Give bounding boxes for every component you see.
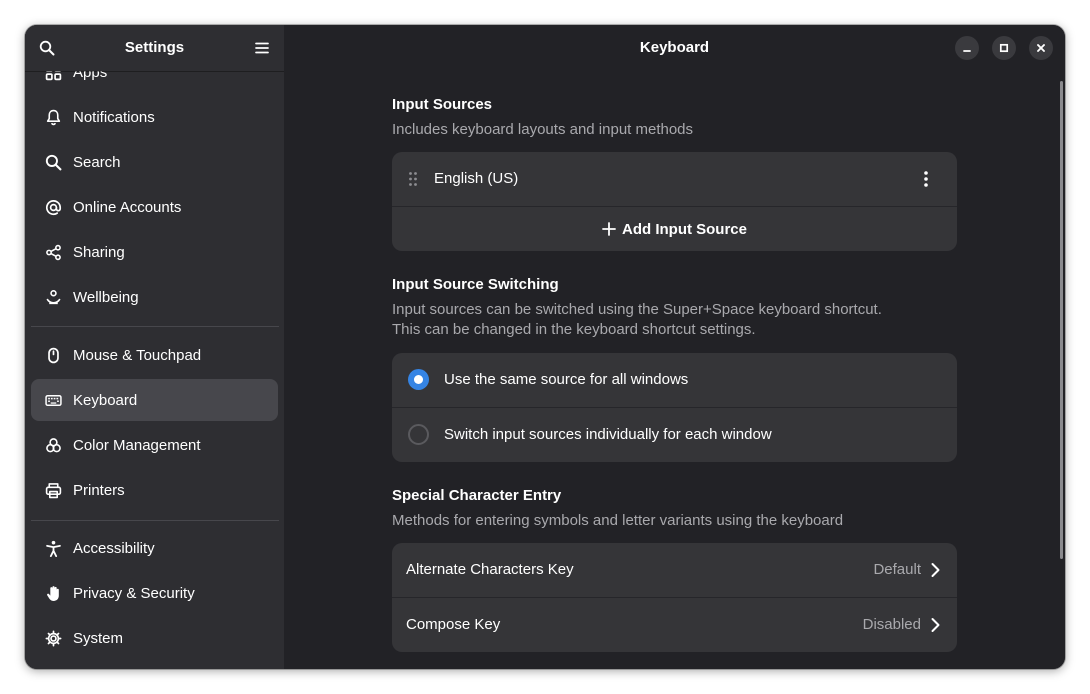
maximize-icon [998, 42, 1010, 54]
main-content: Keyboard Input Sources Includes keyboard… [284, 25, 1065, 669]
close-button[interactable] [1029, 36, 1053, 60]
row-value: Default [873, 561, 921, 578]
hand-icon [44, 584, 62, 602]
main-menu-button[interactable] [248, 34, 276, 62]
sidebar-item-privacy-security[interactable]: Privacy & Security [31, 572, 278, 614]
input-source-label: English (US) [434, 170, 519, 187]
page-title: Keyboard [639, 39, 710, 56]
sidebar-item-notifications[interactable]: Notifications [31, 96, 278, 138]
input-source-row[interactable]: English (US) [392, 152, 957, 206]
settings-window: Apps Notifications Search Online Account… [25, 25, 1065, 669]
row-label: Compose Key [406, 616, 501, 633]
radio-row-individual[interactable]: Switch input sources individually for ea… [392, 408, 957, 462]
sidebar-item-color-management[interactable]: Color Management [31, 424, 278, 466]
accessibility-person-icon [44, 539, 62, 557]
content-header: Keyboard [284, 25, 1065, 71]
row-label: Alternate Characters Key [406, 561, 574, 578]
sidebar-item-mouse-touchpad[interactable]: Mouse & Touchpad [31, 334, 278, 376]
sidebar-item-label: Online Accounts [73, 198, 182, 216]
special-chars-title: Special Character Entry [392, 487, 562, 504]
sidebar-item-sharing[interactable]: Sharing [31, 231, 278, 273]
radio-label: Switch input sources individually for ea… [444, 426, 772, 443]
input-switching-description-line1: Input sources can be switched using the … [392, 301, 882, 318]
at-sign-icon [44, 198, 62, 216]
sidebar-item-label: Privacy & Security [73, 584, 195, 602]
sidebar-header: Settings [25, 25, 284, 71]
sidebar-item-label: Search [73, 153, 121, 171]
keyboard-icon [44, 391, 62, 409]
hamburger-menu-icon [254, 40, 270, 56]
minimize-icon [961, 42, 973, 54]
maximize-button[interactable] [992, 36, 1016, 60]
sidebar-item-label: Accessibility [73, 539, 155, 557]
input-sources-title: Input Sources [392, 96, 493, 113]
sidebar-item-apps[interactable]: Apps [31, 71, 278, 93]
special-chars-description: Methods for entering symbols and letter … [392, 512, 844, 529]
sidebar: Apps Notifications Search Online Account… [25, 25, 284, 669]
sidebar-title: Settings [124, 39, 185, 56]
sidebar-item-keyboard[interactable]: Keyboard [31, 379, 278, 421]
close-icon [1035, 42, 1047, 54]
special-chars-card: Alternate Characters Key Default Compose… [392, 543, 957, 652]
drag-handle-icon[interactable] [406, 170, 420, 188]
sidebar-item-label: Wellbeing [73, 288, 139, 306]
sidebar-item-search[interactable]: Search [31, 141, 278, 183]
sidebar-item-wellbeing[interactable]: Wellbeing [31, 276, 278, 318]
bell-icon [44, 108, 62, 126]
chevron-right-icon [930, 617, 940, 633]
sidebar-item-label: Mouse & Touchpad [73, 346, 202, 364]
scrollbar[interactable] [1060, 81, 1063, 559]
input-switching-title: Input Source Switching [392, 276, 559, 293]
sidebar-item-label: System [73, 629, 124, 647]
sidebar-item-label: Sharing [73, 243, 125, 261]
mouse-icon [44, 346, 62, 364]
sidebar-list: Apps Notifications Search Online Account… [25, 71, 284, 669]
sidebar-item-label: Color Management [73, 436, 201, 454]
chevron-right-icon [930, 562, 940, 578]
row-value: Disabled [862, 616, 921, 633]
add-input-source-label: Add Input Source [622, 220, 747, 238]
plus-icon [602, 222, 616, 236]
printer-icon [44, 481, 62, 499]
radio-same-source[interactable] [408, 369, 429, 390]
color-circles-icon [44, 436, 62, 454]
alternate-characters-key-row[interactable]: Alternate Characters Key Default [392, 543, 957, 597]
apps-grid-icon [44, 71, 62, 81]
input-sources-card: English (US) Add Input Source [392, 152, 957, 251]
radio-row-same-source[interactable]: Use the same source for all windows [392, 353, 957, 407]
search-icon [44, 153, 62, 171]
share-icon [44, 243, 62, 261]
gear-icon [44, 629, 62, 647]
sidebar-item-system[interactable]: System [31, 617, 278, 659]
sidebar-item-label: Printers [73, 481, 125, 499]
sidebar-divider [31, 326, 279, 327]
input-switching-card: Use the same source for all windows Swit… [392, 353, 957, 462]
more-options-icon[interactable] [914, 167, 938, 191]
input-switching-description-line2: This can be changed in the keyboard shor… [392, 321, 756, 338]
sidebar-item-accessibility[interactable]: Accessibility [31, 527, 278, 569]
input-sources-description: Includes keyboard layouts and input meth… [392, 121, 694, 138]
sidebar-item-printers[interactable]: Printers [31, 469, 278, 511]
sidebar-item-label: Keyboard [73, 391, 138, 409]
wellbeing-icon [44, 288, 62, 306]
sidebar-item-online-accounts[interactable]: Online Accounts [31, 186, 278, 228]
sidebar-divider [31, 520, 279, 521]
radio-individual[interactable] [408, 424, 429, 445]
compose-key-row[interactable]: Compose Key Disabled [392, 598, 957, 652]
radio-label: Use the same source for all windows [444, 371, 689, 388]
minimize-button[interactable] [955, 36, 979, 60]
sidebar-item-label: Notifications [73, 108, 155, 126]
add-input-source-button[interactable]: Add Input Source [392, 207, 957, 251]
sidebar-item-label: Apps [73, 71, 108, 81]
